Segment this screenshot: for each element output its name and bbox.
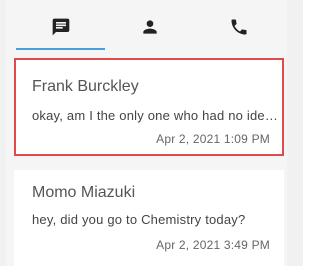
scrollbar[interactable] (287, 0, 303, 266)
message-preview: okay, am I the only one who had no idea … (32, 108, 280, 123)
app-window: Frank Burckley okay, am I the only one w… (0, 0, 303, 266)
message-timestamp: Apr 2, 2021 3:49 PM (156, 238, 270, 252)
conversation-item[interactable]: Momo Miazuki hey, did you go to Chemistr… (14, 170, 284, 266)
tab-bar (16, 4, 284, 50)
tab-messages[interactable] (16, 4, 106, 50)
tab-contacts[interactable] (105, 4, 194, 50)
conversation-item[interactable]: Frank Burckley okay, am I the only one w… (14, 58, 284, 156)
message-preview: hey, did you go to Chemistry today? (32, 212, 246, 227)
contact-name: Frank Burckley (32, 78, 139, 95)
chat-icon (52, 18, 69, 36)
phone-icon (231, 19, 247, 35)
message-timestamp: Apr 2, 2021 1:09 PM (156, 132, 270, 146)
contact-name: Momo Miazuki (32, 184, 136, 201)
tab-calls[interactable] (195, 4, 284, 50)
person-icon (143, 20, 157, 34)
